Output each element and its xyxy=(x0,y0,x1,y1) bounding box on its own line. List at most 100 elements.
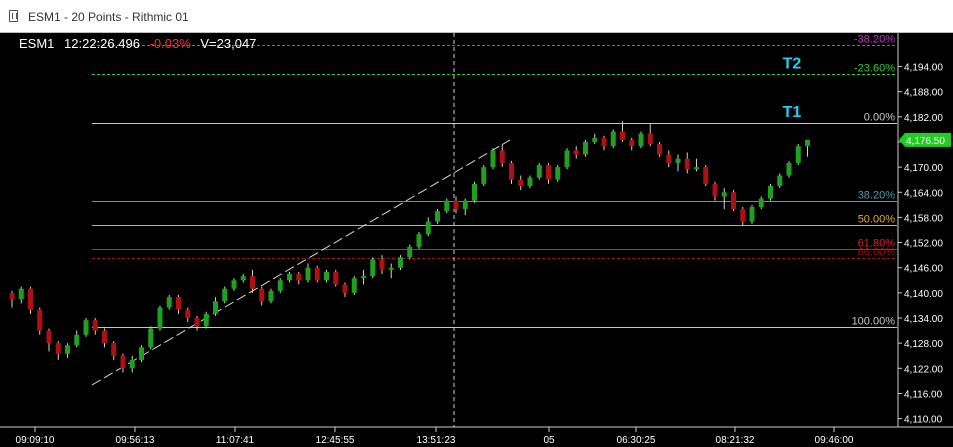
candle xyxy=(509,160,514,184)
candle xyxy=(768,183,773,201)
candle xyxy=(657,141,662,157)
candle xyxy=(499,144,505,168)
candle xyxy=(546,162,551,184)
candle xyxy=(370,257,376,279)
candle xyxy=(555,165,561,182)
candle xyxy=(55,341,61,360)
candle xyxy=(712,181,718,201)
candle xyxy=(240,274,246,283)
candle xyxy=(74,330,80,348)
symbol-label: ESM1 xyxy=(19,36,54,51)
candle xyxy=(694,158,699,172)
candle xyxy=(65,343,70,358)
price-tick-label: 4,194.00 xyxy=(904,63,943,74)
candle xyxy=(703,165,709,186)
time-tick-label: 09:46:00 xyxy=(815,435,854,446)
fib-level-label: -38.20% xyxy=(854,34,895,46)
candle xyxy=(342,282,348,298)
candle xyxy=(490,148,496,170)
candle xyxy=(610,129,616,149)
trendline[interactable] xyxy=(91,139,511,386)
candle xyxy=(666,150,672,168)
candle xyxy=(148,326,154,350)
candle xyxy=(684,152,690,174)
candle xyxy=(518,175,524,191)
time-tick-label: 13:51:23 xyxy=(417,435,456,446)
candle xyxy=(83,318,89,337)
candle xyxy=(805,139,810,157)
candle xyxy=(333,269,339,287)
price-chart[interactable]: -38.20%-23.60%0.00%38.20%50.00%61.80%66.… xyxy=(0,33,953,447)
candle xyxy=(92,318,98,335)
candle xyxy=(749,204,755,224)
candle xyxy=(296,271,302,285)
candle xyxy=(231,278,237,291)
price-tick-label: 4,128.00 xyxy=(904,339,943,350)
price-tick-label: 4,182.00 xyxy=(904,113,943,124)
fib-level-label: -23.60% xyxy=(854,63,895,75)
candle xyxy=(758,196,764,210)
time-tick-label: 09:09:10 xyxy=(16,435,55,446)
candle xyxy=(462,198,468,216)
candle xyxy=(564,148,570,170)
candle xyxy=(416,232,422,249)
price-tick-label: 4,164.00 xyxy=(904,188,943,199)
price-tick-label: 4,158.00 xyxy=(904,213,943,224)
window-title: ESM1 - 20 Points - Rithmic 01 xyxy=(28,10,189,24)
candle xyxy=(638,131,644,149)
candle xyxy=(629,137,635,151)
change-label: -0.03% xyxy=(150,36,192,51)
candle xyxy=(361,269,366,285)
candle xyxy=(9,290,15,308)
window-titlebar[interactable]: ESM1 - 20 Points - Rithmic 01 xyxy=(0,0,953,33)
price-tick-label: 4,152.00 xyxy=(904,239,943,250)
fib-level-label: 66.00% xyxy=(858,247,896,259)
candle xyxy=(120,353,126,373)
candle xyxy=(139,345,144,363)
candle xyxy=(203,311,209,329)
candle xyxy=(398,255,403,270)
time-tick-label: 06:30:25 xyxy=(617,435,656,446)
candle xyxy=(277,278,283,293)
candle xyxy=(527,175,533,189)
target-labels: T2 T1 xyxy=(783,55,802,121)
candle xyxy=(314,265,320,283)
candle xyxy=(185,307,191,323)
last-price-label: 4,176.50 xyxy=(906,136,945,147)
price-tick-label: 4,170.00 xyxy=(904,163,943,174)
header-info: ESM1 12:22:26.496 -0.03% V=23,047 xyxy=(19,36,256,51)
trend-lines xyxy=(91,33,511,427)
candle xyxy=(731,190,736,212)
time-label: 12:22:26.496 xyxy=(64,36,140,51)
fibonacci-levels: -38.20%-23.60%0.00%38.20%50.00%61.80%66.… xyxy=(92,34,897,328)
price-tick-label: 4,110.00 xyxy=(904,415,943,426)
target-label: T2 xyxy=(783,55,802,72)
candle xyxy=(351,276,357,295)
candle xyxy=(176,294,181,314)
candle xyxy=(129,355,135,373)
candle xyxy=(786,160,792,178)
candle xyxy=(777,173,783,189)
candle xyxy=(481,165,487,186)
price-tick-label: 4,116.00 xyxy=(904,389,943,400)
price-tick-label: 4,146.00 xyxy=(904,264,943,275)
candle xyxy=(157,305,163,331)
volume-label: V=23,047 xyxy=(200,36,256,51)
price-tick-label: 4,122.00 xyxy=(904,364,943,375)
candle xyxy=(795,144,801,166)
candle xyxy=(444,198,450,214)
candle xyxy=(472,181,477,203)
time-axis[interactable]: 09:09:10 09:56:13 11:07:41 12:45:55 13:51:23… xyxy=(16,427,854,446)
price-tick-label: 4,134.00 xyxy=(904,314,943,325)
candle xyxy=(601,135,607,151)
candle xyxy=(324,269,329,283)
chart-window-icon xyxy=(9,10,18,22)
candle xyxy=(425,217,431,237)
target-label: T1 xyxy=(783,104,802,121)
candle xyxy=(268,288,274,304)
candle xyxy=(573,146,579,159)
fib-level-label: 38.20% xyxy=(858,190,896,202)
candle xyxy=(222,286,228,304)
time-tick-label: 11:07:41 xyxy=(216,435,255,446)
time-tick-label: 12:45:55 xyxy=(316,435,355,446)
